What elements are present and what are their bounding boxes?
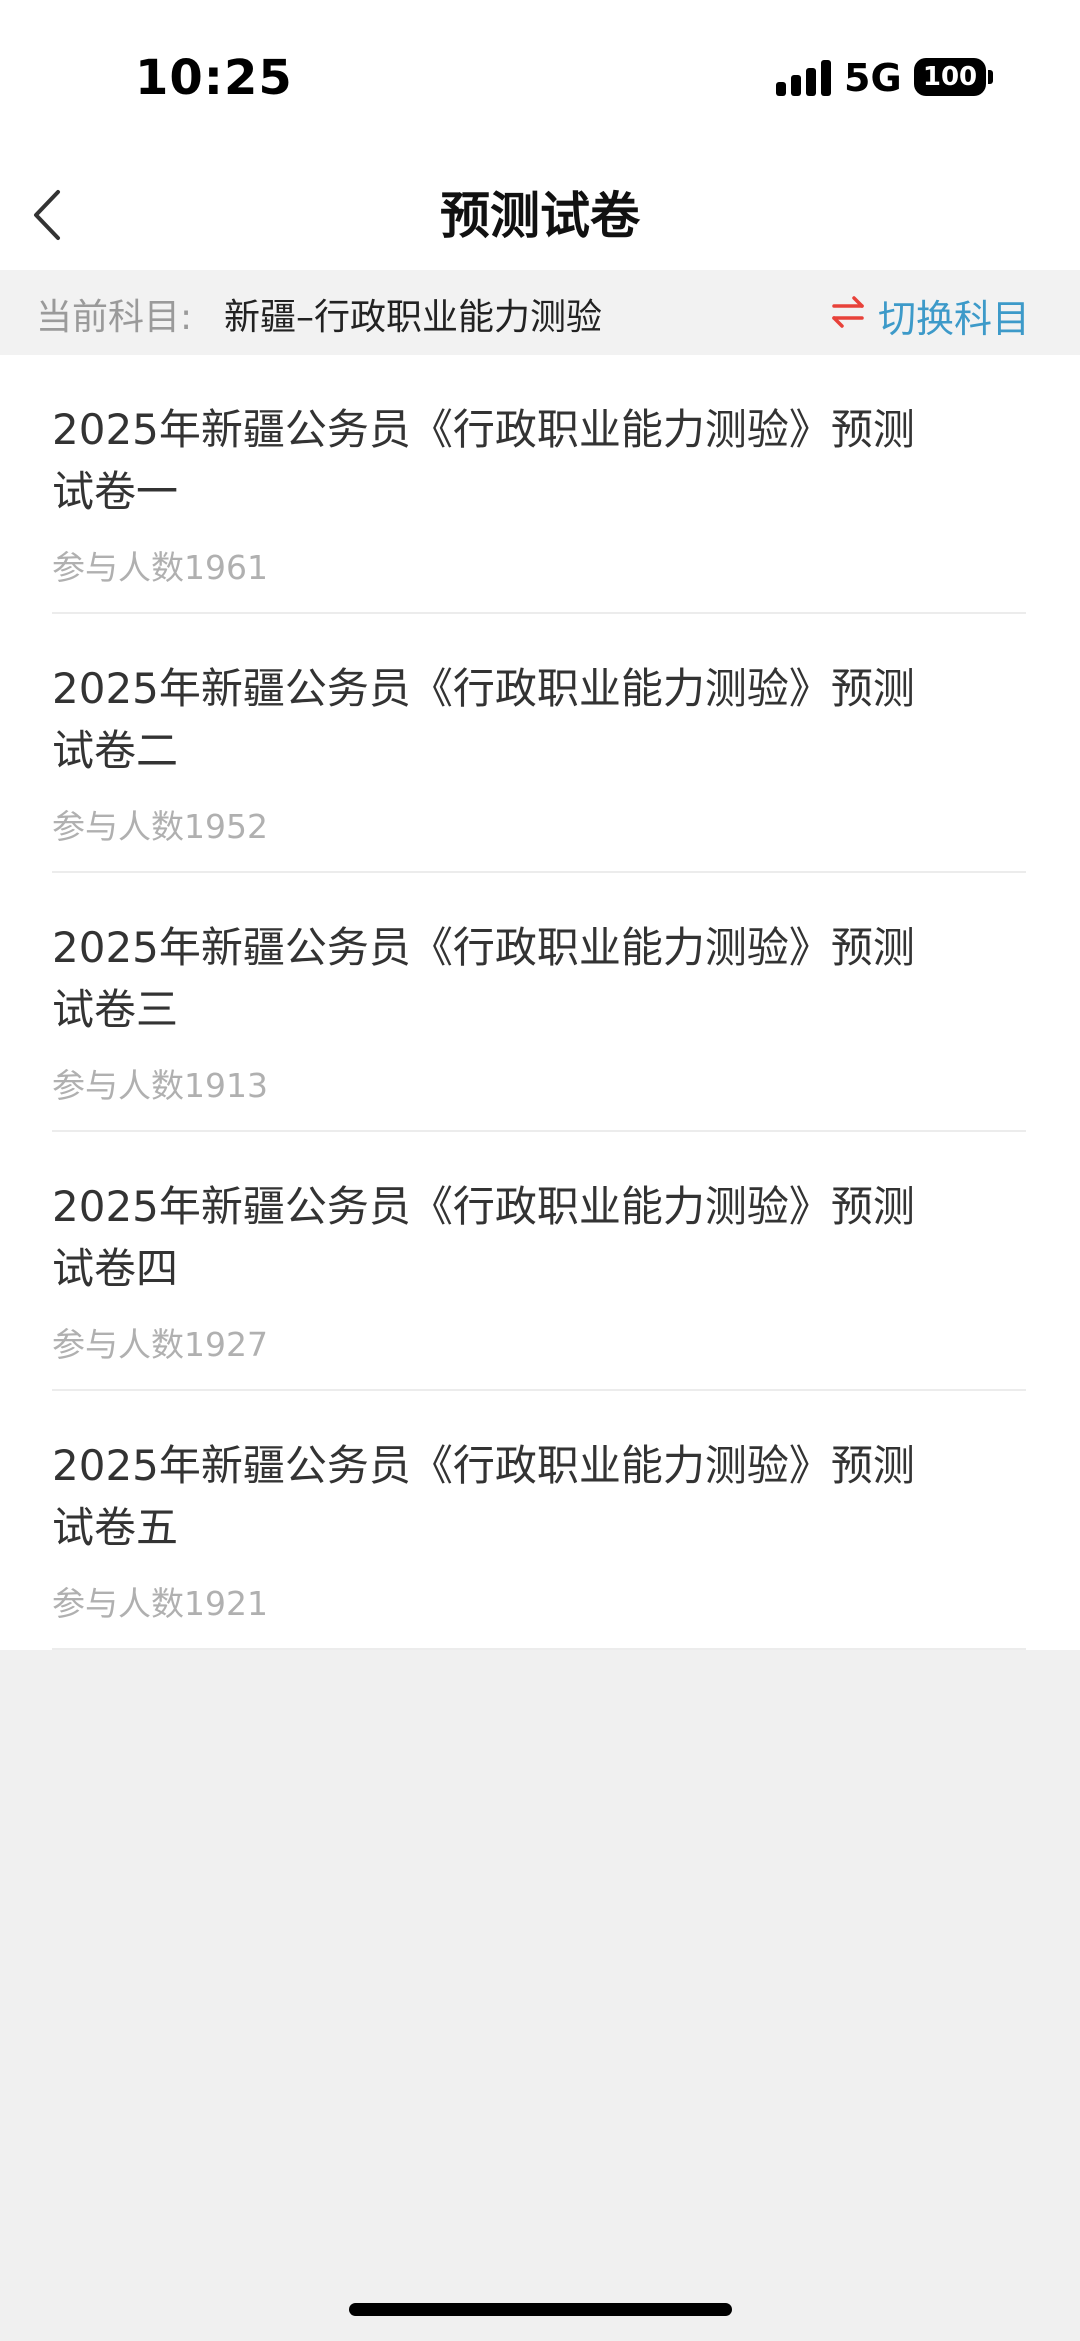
paper-item[interactable]: 2025年新疆公务员《行政职业能力测验》预测试卷四 参与人数1927	[0, 1132, 1080, 1391]
participant-count: 参与人数1961	[52, 548, 268, 587]
home-indicator[interactable]	[349, 2303, 732, 2316]
status-bar: 10:25 5G 100	[0, 0, 1080, 160]
subject-label: 当前科目:	[36, 297, 193, 338]
subject-bar: 当前科目: 新疆–行政职业能力测验 切换科目	[0, 270, 1080, 355]
paper-title: 2025年新疆公务员《行政职业能力测验》预测试卷二	[52, 664, 915, 775]
paper-title: 2025年新疆公务员《行政职业能力测验》预测试卷三	[52, 923, 915, 1034]
page-title: 预测试卷	[440, 187, 640, 245]
participant-count: 参与人数1927	[52, 1325, 268, 1364]
battery-level: 100	[922, 62, 978, 92]
participant-count: 参与人数1921	[52, 1584, 268, 1623]
switch-subject-button[interactable]: 切换科目	[826, 280, 1066, 344]
signal-icon	[776, 60, 832, 96]
subject-value: 新疆–行政职业能力测验	[224, 297, 603, 338]
paper-list: 2025年新疆公务员《行政职业能力测验》预测试卷一 参与人数1961 2025年…	[0, 355, 1080, 1650]
divider	[52, 1648, 1026, 1650]
status-time: 10:25	[135, 50, 293, 106]
switch-subject-label: 切换科目	[878, 297, 1031, 341]
swap-arrows-icon	[830, 294, 866, 330]
network-type: 5G	[844, 56, 902, 100]
battery-icon: 100	[914, 58, 986, 96]
paper-item[interactable]: 2025年新疆公务员《行政职业能力测验》预测试卷二 参与人数1952	[0, 614, 1080, 873]
nav-bar: 预测试卷	[0, 160, 1080, 270]
participant-count: 参与人数1913	[52, 1066, 268, 1105]
paper-title: 2025年新疆公务员《行政职业能力测验》预测试卷四	[52, 1182, 915, 1293]
participant-count: 参与人数1952	[52, 807, 268, 846]
paper-item[interactable]: 2025年新疆公务员《行政职业能力测验》预测试卷一 参与人数1961	[0, 355, 1080, 614]
paper-item[interactable]: 2025年新疆公务员《行政职业能力测验》预测试卷三 参与人数1913	[0, 873, 1080, 1132]
paper-title: 2025年新疆公务员《行政职业能力测验》预测试卷一	[52, 405, 915, 516]
battery-tip	[988, 70, 993, 84]
paper-title: 2025年新疆公务员《行政职业能力测验》预测试卷五	[52, 1441, 915, 1552]
paper-item[interactable]: 2025年新疆公务员《行政职业能力测验》预测试卷五 参与人数1921	[0, 1391, 1080, 1650]
